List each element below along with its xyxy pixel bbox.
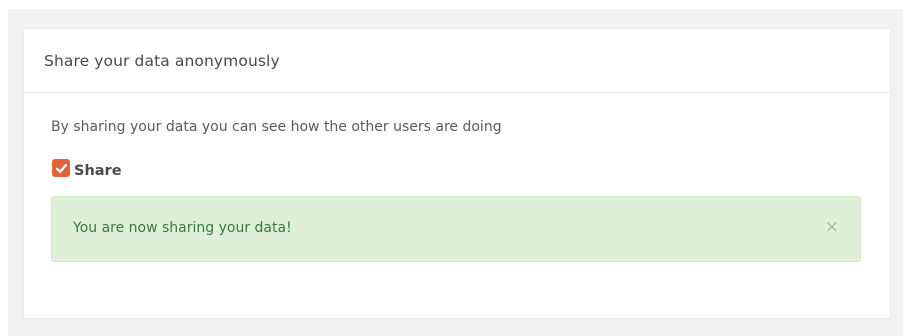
- panel-header: Share your data anonymously: [24, 29, 890, 93]
- page-background: Share your data anonymously By sharing y…: [8, 9, 903, 336]
- success-alert: You are now sharing your data! ×: [51, 196, 861, 262]
- share-checkbox[interactable]: [52, 159, 70, 177]
- share-description: By sharing your data you can see how the…: [51, 119, 502, 135]
- share-label[interactable]: Share: [74, 163, 122, 179]
- checkmark-icon: [55, 163, 67, 173]
- share-checkbox-row[interactable]: Share: [52, 159, 122, 180]
- close-icon[interactable]: ×: [825, 217, 839, 237]
- alert-message: You are now sharing your data!: [73, 220, 292, 236]
- share-data-panel: Share your data anonymously By sharing y…: [24, 29, 890, 318]
- panel-title: Share your data anonymously: [44, 51, 280, 70]
